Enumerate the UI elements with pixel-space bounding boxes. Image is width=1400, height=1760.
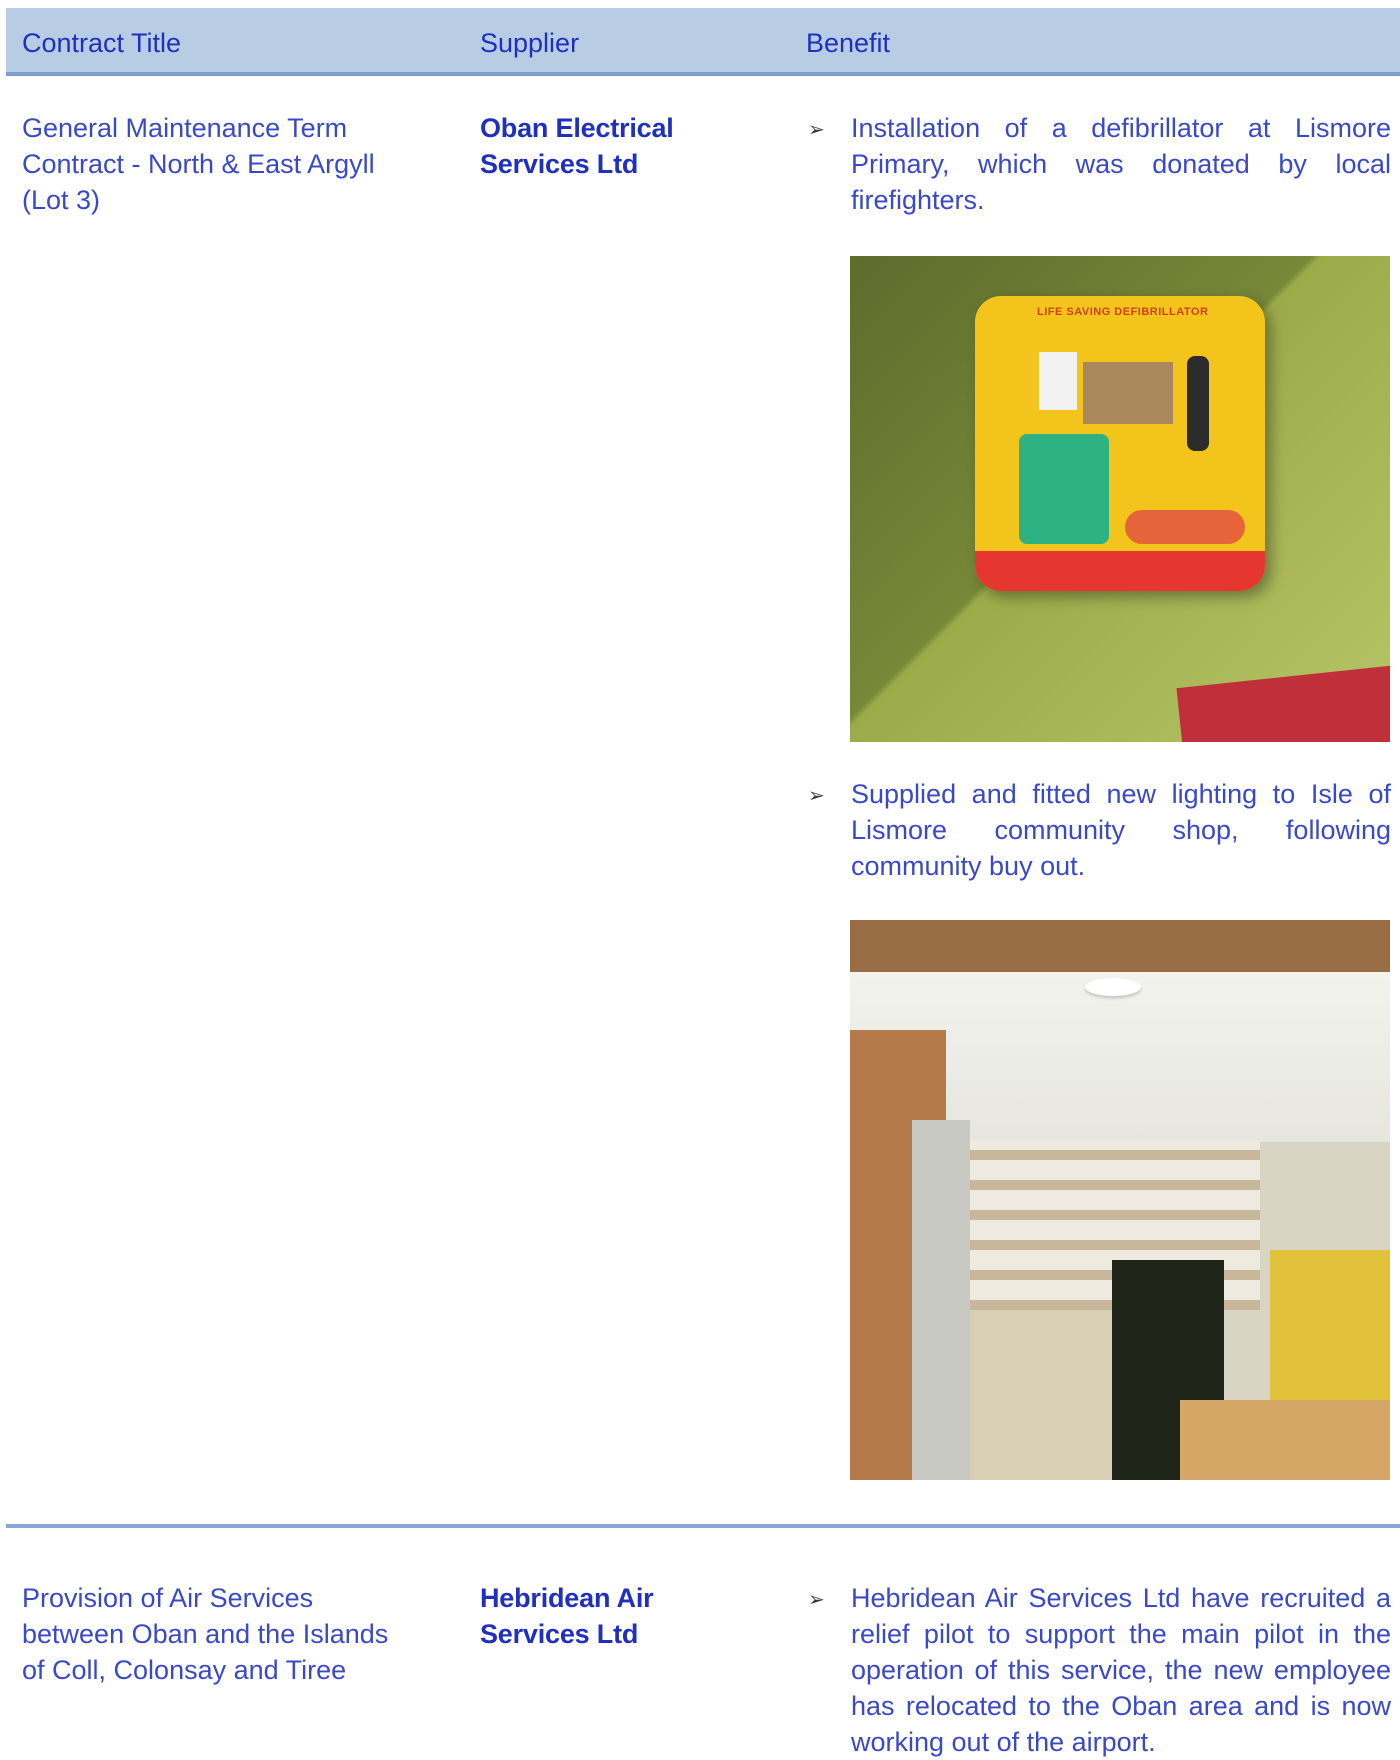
table-row-2-benefit-1: Hebridean Air Services Ltd have recruite…: [851, 1583, 1391, 1757]
table-row-1-benefit-1: Installation of a defibrillator at Lismo…: [851, 113, 1391, 215]
heart-icon: [1019, 434, 1109, 544]
header-contract-title: Contract Title: [22, 28, 182, 58]
table-row-2-supplier: Hebridean Air Services Ltd: [480, 1583, 654, 1649]
defibrillator-label: LIFE SAVING DEFIBRILLATOR: [1037, 306, 1209, 318]
row-separator: [6, 1524, 1400, 1528]
table-row-1-benefit-2: Supplied and fitted new lighting to Isle…: [851, 779, 1391, 881]
defibrillator-photo: LIFE SAVING DEFIBRILLATOR: [850, 256, 1390, 742]
header-supplier: Supplier: [480, 28, 580, 58]
defibrillator-cabinet: LIFE SAVING DEFIBRILLATOR: [975, 296, 1265, 591]
table-row-1-contract-title: General Maintenance Term Contract - Nort…: [22, 113, 375, 215]
table-header: Contract Title Supplier Benefit: [6, 8, 1400, 76]
bullet-arrow-icon: ➢: [808, 119, 825, 141]
bullet-arrow-icon: ➢: [808, 1589, 825, 1611]
ceiling-light: [1085, 978, 1141, 996]
community-shop-photo: [850, 920, 1390, 1480]
document-page: Contract Title Supplier Benefit General …: [0, 0, 1400, 1757]
header-benefit: Benefit: [806, 28, 891, 58]
table-row-1-supplier: Oban Electrical Services Ltd: [480, 113, 674, 179]
bullet-arrow-icon: ➢: [808, 785, 825, 807]
table-row-2-contract-title: Provision of Air Services between Oban a…: [22, 1583, 389, 1685]
